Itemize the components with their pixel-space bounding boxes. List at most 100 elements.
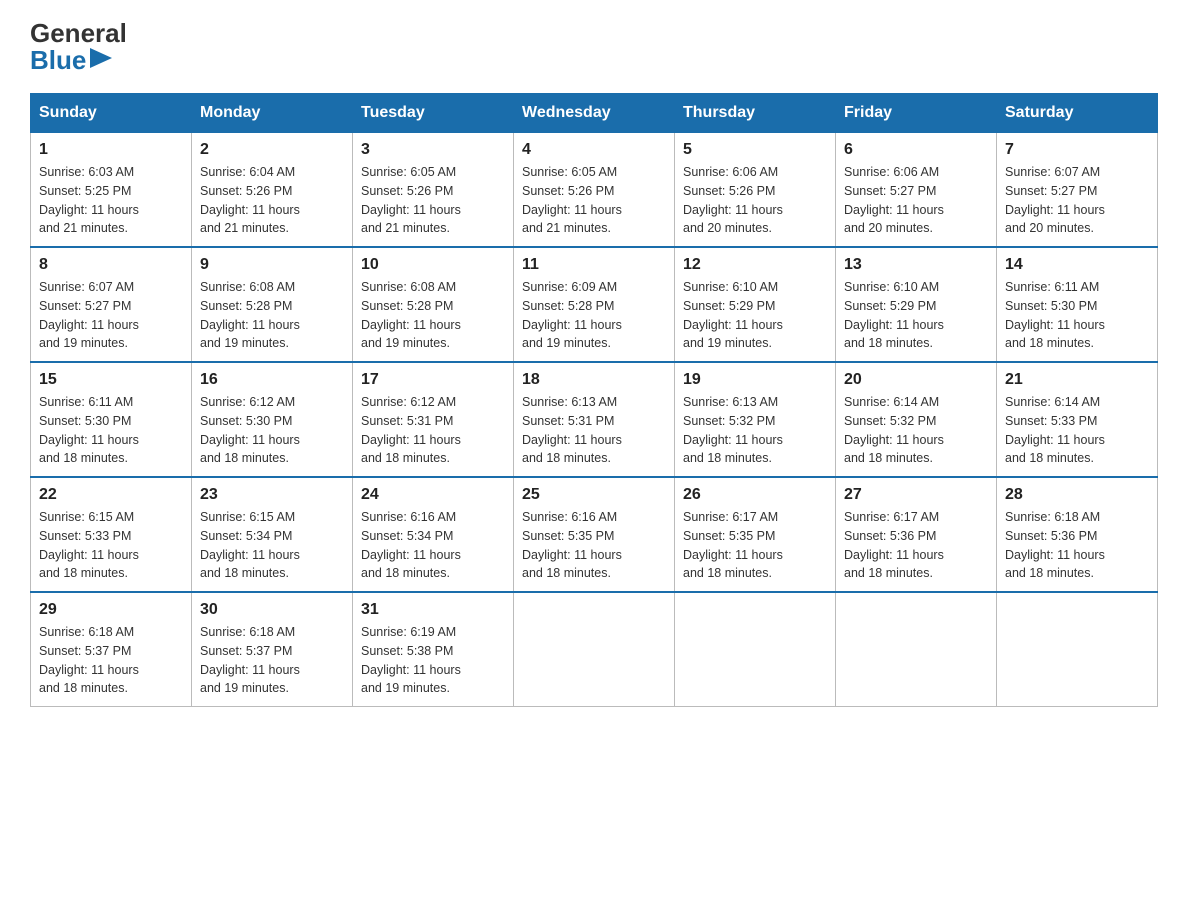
calendar-header-row: SundayMondayTuesdayWednesdayThursdayFrid…	[31, 94, 1158, 133]
calendar-cell: 27 Sunrise: 6:17 AM Sunset: 5:36 PM Dayl…	[836, 477, 997, 592]
calendar-cell: 4 Sunrise: 6:05 AM Sunset: 5:26 PM Dayli…	[514, 133, 675, 248]
calendar-cell: 30 Sunrise: 6:18 AM Sunset: 5:37 PM Dayl…	[192, 592, 353, 707]
day-number: 28	[1005, 486, 1149, 504]
day-number: 19	[683, 371, 827, 389]
week-row-1: 1 Sunrise: 6:03 AM Sunset: 5:25 PM Dayli…	[31, 133, 1158, 248]
day-number: 9	[200, 256, 344, 274]
day-info: Sunrise: 6:14 AM Sunset: 5:32 PM Dayligh…	[844, 393, 988, 468]
day-info: Sunrise: 6:10 AM Sunset: 5:29 PM Dayligh…	[844, 278, 988, 353]
day-info: Sunrise: 6:08 AM Sunset: 5:28 PM Dayligh…	[361, 278, 505, 353]
logo-general: General	[30, 20, 127, 46]
day-info: Sunrise: 6:07 AM Sunset: 5:27 PM Dayligh…	[39, 278, 183, 353]
calendar-cell: 17 Sunrise: 6:12 AM Sunset: 5:31 PM Dayl…	[353, 362, 514, 477]
calendar-cell: 5 Sunrise: 6:06 AM Sunset: 5:26 PM Dayli…	[675, 133, 836, 248]
day-info: Sunrise: 6:16 AM Sunset: 5:34 PM Dayligh…	[361, 508, 505, 583]
calendar-cell: 7 Sunrise: 6:07 AM Sunset: 5:27 PM Dayli…	[997, 133, 1158, 248]
header-thursday: Thursday	[675, 94, 836, 133]
calendar-cell: 2 Sunrise: 6:04 AM Sunset: 5:26 PM Dayli…	[192, 133, 353, 248]
calendar-cell: 19 Sunrise: 6:13 AM Sunset: 5:32 PM Dayl…	[675, 362, 836, 477]
calendar-cell	[514, 592, 675, 707]
day-info: Sunrise: 6:08 AM Sunset: 5:28 PM Dayligh…	[200, 278, 344, 353]
day-info: Sunrise: 6:03 AM Sunset: 5:25 PM Dayligh…	[39, 163, 183, 238]
day-info: Sunrise: 6:11 AM Sunset: 5:30 PM Dayligh…	[39, 393, 183, 468]
day-number: 4	[522, 141, 666, 159]
day-number: 17	[361, 371, 505, 389]
calendar-cell: 24 Sunrise: 6:16 AM Sunset: 5:34 PM Dayl…	[353, 477, 514, 592]
day-number: 1	[39, 141, 183, 159]
day-info: Sunrise: 6:04 AM Sunset: 5:26 PM Dayligh…	[200, 163, 344, 238]
day-number: 15	[39, 371, 183, 389]
header-tuesday: Tuesday	[353, 94, 514, 133]
day-number: 24	[361, 486, 505, 504]
day-number: 13	[844, 256, 988, 274]
week-row-4: 22 Sunrise: 6:15 AM Sunset: 5:33 PM Dayl…	[31, 477, 1158, 592]
header-wednesday: Wednesday	[514, 94, 675, 133]
day-info: Sunrise: 6:10 AM Sunset: 5:29 PM Dayligh…	[683, 278, 827, 353]
day-info: Sunrise: 6:17 AM Sunset: 5:36 PM Dayligh…	[844, 508, 988, 583]
day-number: 3	[361, 141, 505, 159]
week-row-2: 8 Sunrise: 6:07 AM Sunset: 5:27 PM Dayli…	[31, 247, 1158, 362]
calendar-cell: 31 Sunrise: 6:19 AM Sunset: 5:38 PM Dayl…	[353, 592, 514, 707]
calendar-cell: 1 Sunrise: 6:03 AM Sunset: 5:25 PM Dayli…	[31, 133, 192, 248]
page-header: General Blue	[30, 20, 1158, 73]
calendar-cell: 22 Sunrise: 6:15 AM Sunset: 5:33 PM Dayl…	[31, 477, 192, 592]
week-row-3: 15 Sunrise: 6:11 AM Sunset: 5:30 PM Dayl…	[31, 362, 1158, 477]
day-number: 31	[361, 601, 505, 619]
logo-blue: Blue	[30, 47, 86, 73]
day-number: 18	[522, 371, 666, 389]
calendar-cell: 23 Sunrise: 6:15 AM Sunset: 5:34 PM Dayl…	[192, 477, 353, 592]
day-number: 12	[683, 256, 827, 274]
day-info: Sunrise: 6:13 AM Sunset: 5:32 PM Dayligh…	[683, 393, 827, 468]
calendar-cell: 11 Sunrise: 6:09 AM Sunset: 5:28 PM Dayl…	[514, 247, 675, 362]
logo-arrow-icon	[90, 48, 112, 68]
day-number: 23	[200, 486, 344, 504]
calendar-cell: 18 Sunrise: 6:13 AM Sunset: 5:31 PM Dayl…	[514, 362, 675, 477]
day-info: Sunrise: 6:18 AM Sunset: 5:37 PM Dayligh…	[200, 623, 344, 698]
day-number: 26	[683, 486, 827, 504]
day-info: Sunrise: 6:12 AM Sunset: 5:31 PM Dayligh…	[361, 393, 505, 468]
day-info: Sunrise: 6:13 AM Sunset: 5:31 PM Dayligh…	[522, 393, 666, 468]
calendar-cell: 20 Sunrise: 6:14 AM Sunset: 5:32 PM Dayl…	[836, 362, 997, 477]
day-info: Sunrise: 6:06 AM Sunset: 5:27 PM Dayligh…	[844, 163, 988, 238]
calendar-cell: 12 Sunrise: 6:10 AM Sunset: 5:29 PM Dayl…	[675, 247, 836, 362]
day-number: 29	[39, 601, 183, 619]
calendar-cell: 25 Sunrise: 6:16 AM Sunset: 5:35 PM Dayl…	[514, 477, 675, 592]
day-number: 6	[844, 141, 988, 159]
calendar-cell: 10 Sunrise: 6:08 AM Sunset: 5:28 PM Dayl…	[353, 247, 514, 362]
day-info: Sunrise: 6:11 AM Sunset: 5:30 PM Dayligh…	[1005, 278, 1149, 353]
logo: General Blue	[30, 20, 127, 73]
day-number: 7	[1005, 141, 1149, 159]
calendar-cell: 13 Sunrise: 6:10 AM Sunset: 5:29 PM Dayl…	[836, 247, 997, 362]
day-number: 16	[200, 371, 344, 389]
logo-text-block: General Blue	[30, 20, 127, 73]
day-number: 5	[683, 141, 827, 159]
header-saturday: Saturday	[997, 94, 1158, 133]
day-number: 10	[361, 256, 505, 274]
day-info: Sunrise: 6:14 AM Sunset: 5:33 PM Dayligh…	[1005, 393, 1149, 468]
calendar-cell: 29 Sunrise: 6:18 AM Sunset: 5:37 PM Dayl…	[31, 592, 192, 707]
day-info: Sunrise: 6:05 AM Sunset: 5:26 PM Dayligh…	[522, 163, 666, 238]
week-row-5: 29 Sunrise: 6:18 AM Sunset: 5:37 PM Dayl…	[31, 592, 1158, 707]
day-number: 14	[1005, 256, 1149, 274]
day-info: Sunrise: 6:06 AM Sunset: 5:26 PM Dayligh…	[683, 163, 827, 238]
calendar-cell: 26 Sunrise: 6:17 AM Sunset: 5:35 PM Dayl…	[675, 477, 836, 592]
header-friday: Friday	[836, 94, 997, 133]
day-info: Sunrise: 6:15 AM Sunset: 5:34 PM Dayligh…	[200, 508, 344, 583]
day-number: 22	[39, 486, 183, 504]
day-info: Sunrise: 6:19 AM Sunset: 5:38 PM Dayligh…	[361, 623, 505, 698]
day-number: 21	[1005, 371, 1149, 389]
day-number: 8	[39, 256, 183, 274]
calendar-cell: 6 Sunrise: 6:06 AM Sunset: 5:27 PM Dayli…	[836, 133, 997, 248]
calendar-cell: 8 Sunrise: 6:07 AM Sunset: 5:27 PM Dayli…	[31, 247, 192, 362]
calendar-cell: 15 Sunrise: 6:11 AM Sunset: 5:30 PM Dayl…	[31, 362, 192, 477]
day-info: Sunrise: 6:09 AM Sunset: 5:28 PM Dayligh…	[522, 278, 666, 353]
day-info: Sunrise: 6:05 AM Sunset: 5:26 PM Dayligh…	[361, 163, 505, 238]
day-info: Sunrise: 6:12 AM Sunset: 5:30 PM Dayligh…	[200, 393, 344, 468]
calendar-cell: 28 Sunrise: 6:18 AM Sunset: 5:36 PM Dayl…	[997, 477, 1158, 592]
day-info: Sunrise: 6:07 AM Sunset: 5:27 PM Dayligh…	[1005, 163, 1149, 238]
header-monday: Monday	[192, 94, 353, 133]
day-info: Sunrise: 6:17 AM Sunset: 5:35 PM Dayligh…	[683, 508, 827, 583]
day-info: Sunrise: 6:18 AM Sunset: 5:36 PM Dayligh…	[1005, 508, 1149, 583]
calendar-cell: 3 Sunrise: 6:05 AM Sunset: 5:26 PM Dayli…	[353, 133, 514, 248]
calendar-cell: 14 Sunrise: 6:11 AM Sunset: 5:30 PM Dayl…	[997, 247, 1158, 362]
